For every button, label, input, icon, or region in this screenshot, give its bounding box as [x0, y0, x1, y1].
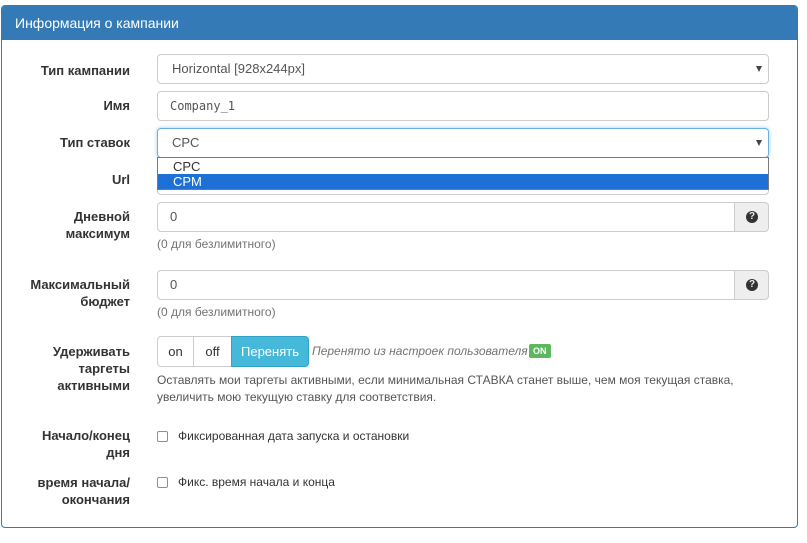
- keep-targets-on-button[interactable]: on: [157, 336, 194, 367]
- max-budget-hint: (0 для безлимитного): [157, 305, 276, 319]
- fixed-times-checkbox[interactable]: [157, 477, 168, 488]
- time-start-end-label-line1: время начала/: [37, 475, 130, 490]
- bid-type-option-cpc[interactable]: CPC: [158, 159, 768, 174]
- fixed-times-checkbox-label[interactable]: Фикс. время начала и конца: [178, 474, 335, 490]
- name-label: Имя: [103, 98, 130, 113]
- caret-down-icon: [756, 140, 762, 146]
- inherited-setting-text: Перенято из настроек пользователя: [312, 344, 528, 358]
- keep-targets-description: Оставлять мои таргеты активными, если ми…: [157, 372, 757, 406]
- campaign-type-value: Horizontal [928x244px]: [172, 61, 305, 76]
- max-budget-input[interactable]: 0: [157, 270, 735, 300]
- day-start-end-label: Начало/конец дня: [0, 427, 130, 461]
- name-input[interactable]: Company_1: [157, 91, 769, 121]
- max-budget-label-line1: Максимальный: [30, 277, 130, 292]
- daily-max-group: 0 ?: [157, 202, 769, 232]
- keep-targets-label-line3: активными: [57, 378, 130, 393]
- campaign-type-select[interactable]: Horizontal [928x244px]: [157, 54, 769, 84]
- daily-max-input[interactable]: 0: [157, 202, 735, 232]
- bid-type-dropdown: CPC CPM: [157, 157, 769, 190]
- max-budget-help-button[interactable]: ?: [734, 270, 769, 300]
- max-budget-label: Максимальный бюджет: [0, 276, 130, 310]
- bid-type-option-cpm[interactable]: CPM: [158, 174, 768, 189]
- keep-targets-inherit-button[interactable]: Перенять: [231, 336, 309, 367]
- time-start-end-label: время начала/ окончания: [0, 474, 130, 508]
- daily-max-help-button[interactable]: ?: [734, 202, 769, 232]
- bid-type-label: Тип ставок: [60, 135, 130, 150]
- inherited-on-badge: ON: [529, 344, 551, 358]
- bid-type-select[interactable]: CPC: [157, 128, 769, 158]
- keep-targets-label: Удерживать таргеты активными: [0, 343, 130, 394]
- daily-max-hint: (0 для безлимитного): [157, 237, 276, 251]
- name-value: Company_1: [170, 99, 236, 113]
- bid-type-value: CPC: [172, 135, 200, 150]
- keep-targets-description-line1: Оставлять мои таргеты активными, если ми…: [157, 373, 734, 387]
- caret-down-icon: [756, 66, 762, 72]
- daily-max-label: Дневной максимум: [0, 208, 130, 242]
- daily-max-label-line1: Дневной: [73, 209, 130, 224]
- keep-targets-off-button[interactable]: off: [193, 336, 232, 367]
- daily-max-label-line2: максимум: [65, 226, 130, 241]
- day-start-end-label-line2: дня: [106, 445, 130, 460]
- fixed-dates-checkbox[interactable]: [157, 431, 168, 442]
- panel-title: Информация о кампании: [15, 15, 179, 31]
- max-budget-group: 0 ?: [157, 270, 769, 300]
- fixed-dates-checkbox-label[interactable]: Фиксированная дата запуска и остановки: [178, 428, 409, 444]
- question-circle-icon: ?: [746, 211, 758, 223]
- campaign-type-label: Тип кампании: [40, 63, 130, 78]
- keep-targets-label-line1: Удерживать: [52, 344, 130, 359]
- keep-targets-label-line2: таргеты: [78, 361, 130, 376]
- max-budget-label-line2: бюджет: [80, 294, 130, 309]
- url-label: Url: [111, 172, 130, 187]
- time-start-end-label-line2: окончания: [61, 492, 130, 507]
- question-circle-icon: ?: [746, 279, 758, 291]
- panel-heading: Информация о кампании: [2, 6, 797, 40]
- day-start-end-label-line1: Начало/конец: [41, 428, 130, 443]
- keep-targets-description-line2: увеличить мою текущую ставку для соответ…: [157, 390, 437, 404]
